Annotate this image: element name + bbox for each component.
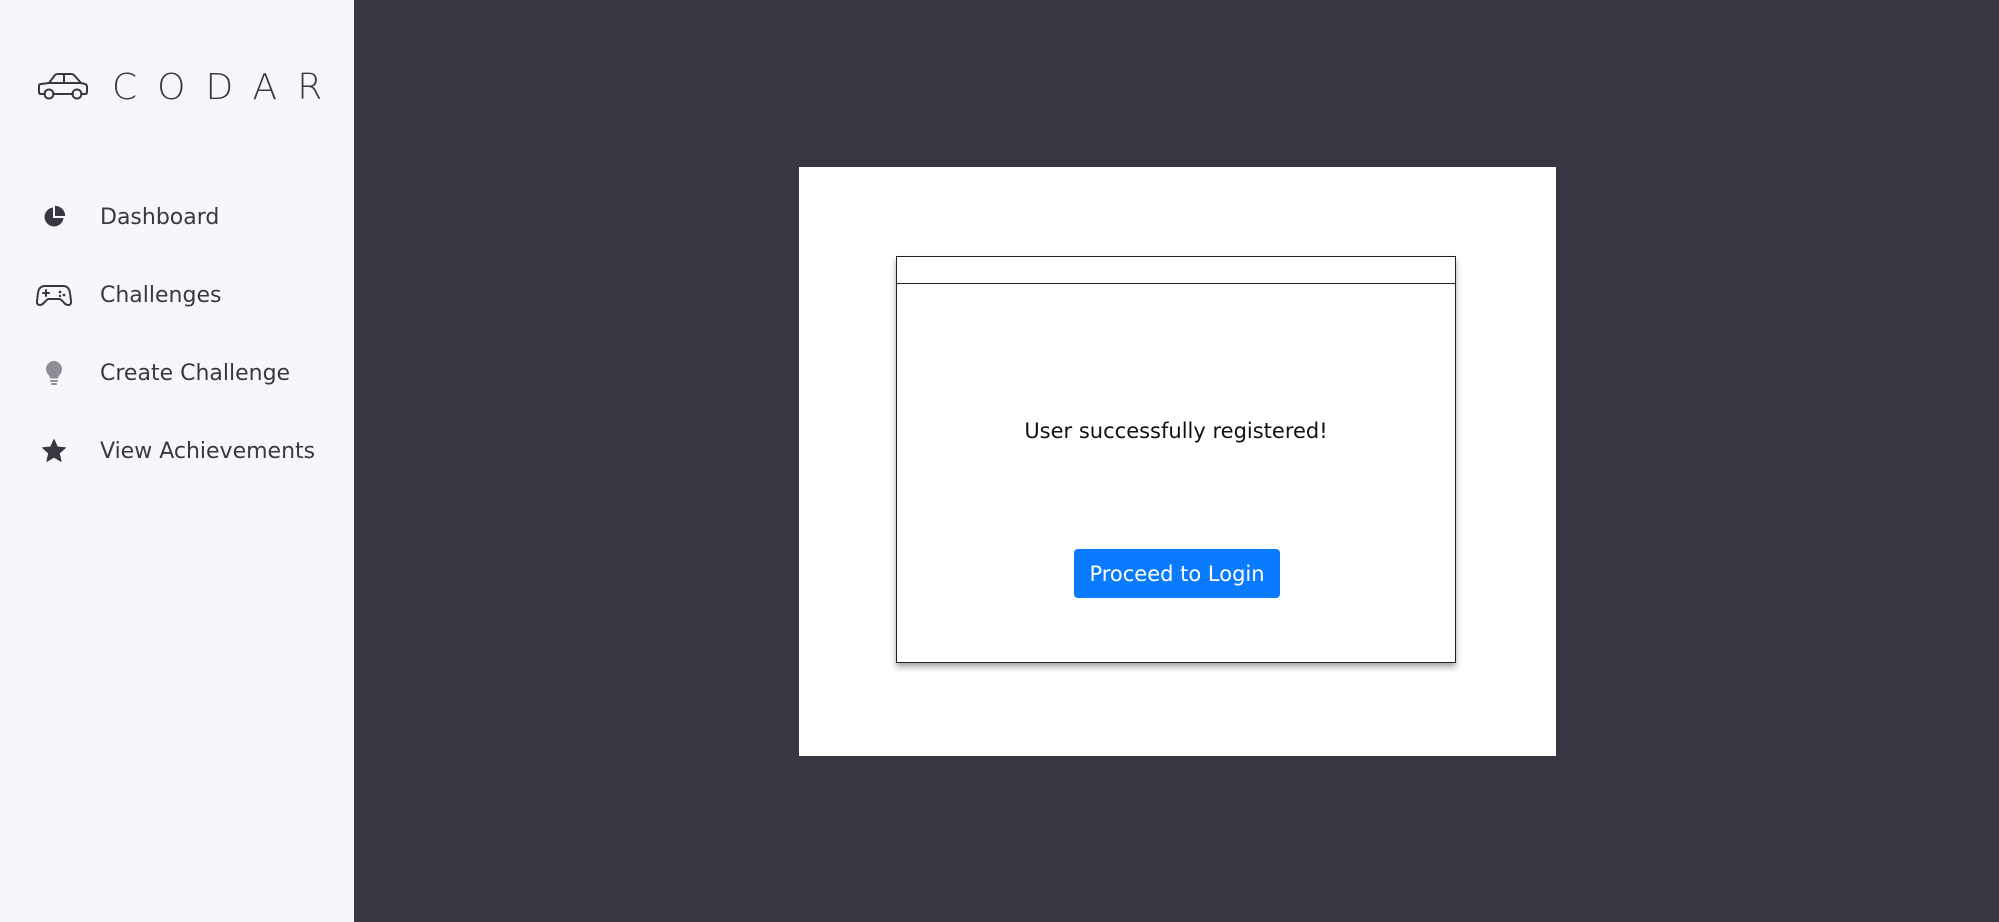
star-icon <box>34 431 74 471</box>
car-icon <box>36 71 90 103</box>
sidebar-item-create-challenge[interactable]: Create Challenge <box>34 353 290 393</box>
sidebar-item-dashboard[interactable]: Dashboard <box>34 197 219 237</box>
sidebar-item-label: View Achievements <box>100 438 316 464</box>
gamepad-icon <box>34 275 74 315</box>
pie-chart-icon <box>34 197 74 237</box>
proceed-to-login-button[interactable]: Proceed to Login <box>1074 549 1280 598</box>
logo[interactable]: CODAR <box>36 62 342 112</box>
sidebar-item-label: Dashboard <box>100 204 220 230</box>
sidebar-item-label: Challenges <box>100 282 222 308</box>
sidebar-item-challenges[interactable]: Challenges <box>34 275 221 315</box>
brand-name: CODAR <box>112 66 343 108</box>
app-window: CODAR Dashboard Challenges Create Challe… <box>0 0 1999 922</box>
dialog-titlebar <box>897 257 1455 284</box>
sidebar: CODAR Dashboard Challenges Create Challe… <box>0 0 354 922</box>
lightbulb-icon <box>34 353 74 393</box>
sidebar-item-label: Create Challenge <box>100 360 291 386</box>
success-message: User successfully registered! <box>1024 419 1328 443</box>
success-dialog: User successfully registered! Proceed to… <box>896 256 1456 663</box>
sidebar-item-view-achievements[interactable]: View Achievements <box>34 431 315 471</box>
